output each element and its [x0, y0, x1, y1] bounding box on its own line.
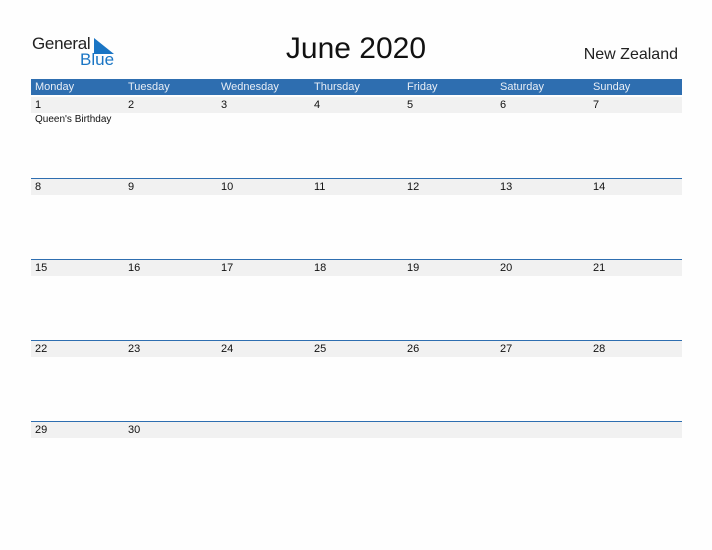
day-number: 14 [593, 181, 606, 193]
weekday-header: Monday Tuesday Wednesday Thursday Friday… [31, 79, 682, 95]
day-event [217, 438, 310, 439]
weekday-friday: Friday [407, 81, 438, 93]
date-strip: 8 9 10 11 12 13 14 [31, 179, 682, 195]
day-number: 8 [35, 181, 42, 193]
day-number: 2 [128, 99, 135, 111]
day-number: 3 [221, 99, 228, 111]
week-row: 22 23 24 25 26 27 28 [31, 340, 682, 421]
day-event [403, 357, 496, 358]
day-number: 28 [593, 343, 606, 355]
day-number: 22 [35, 343, 48, 355]
day-number [217, 422, 310, 438]
day-event [589, 438, 682, 439]
day-number: 23 [128, 343, 141, 355]
day-event [403, 276, 496, 277]
day-event [589, 195, 682, 196]
day-number: 16 [128, 262, 141, 274]
country-label: New Zealand [583, 46, 678, 63]
day-event [310, 276, 403, 277]
day-number: 17 [221, 262, 234, 274]
day-number: 10 [221, 181, 234, 193]
day-number: 24 [221, 343, 234, 355]
day-number: 20 [500, 262, 513, 274]
day-event [310, 195, 403, 196]
day-event [124, 438, 217, 439]
day-event [217, 357, 310, 358]
day-event [496, 195, 589, 196]
day-event [589, 357, 682, 358]
day-number: 21 [593, 262, 606, 274]
events-row [31, 438, 682, 439]
day-number: 6 [500, 99, 507, 111]
week-row: 1 2 3 4 5 6 7 Queen's Birthday [31, 97, 682, 178]
day-number: 27 [500, 343, 513, 355]
day-event [124, 113, 217, 125]
weekday-monday: Monday [35, 81, 75, 93]
day-event [124, 276, 217, 277]
day-number [496, 422, 589, 438]
day-event [496, 438, 589, 439]
day-event [124, 195, 217, 196]
day-number: 1 [35, 99, 42, 111]
week-row: 29 30 [31, 421, 682, 502]
weekday-thursday: Thursday [314, 81, 360, 93]
day-event [31, 276, 124, 277]
day-number: 15 [35, 262, 48, 274]
day-number: 29 [35, 424, 48, 436]
day-event [403, 195, 496, 196]
events-row [31, 357, 682, 358]
day-number: 19 [407, 262, 420, 274]
calendar-grid: Monday Tuesday Wednesday Thursday Friday… [31, 79, 682, 502]
day-event [31, 357, 124, 358]
day-event [589, 276, 682, 277]
week-row: 15 16 17 18 19 20 21 [31, 259, 682, 340]
day-number: 7 [593, 99, 600, 111]
day-event [310, 438, 403, 439]
weekday-saturday: Saturday [500, 81, 545, 93]
day-number: 30 [128, 424, 141, 436]
day-event [403, 438, 496, 439]
day-event [217, 276, 310, 277]
day-number [310, 422, 403, 438]
events-row [31, 276, 682, 277]
date-strip: 29 30 [31, 422, 682, 438]
day-number [589, 422, 682, 438]
date-strip: 15 16 17 18 19 20 21 [31, 260, 682, 276]
day-event [496, 357, 589, 358]
day-number: 25 [314, 343, 327, 355]
day-number: 5 [407, 99, 414, 111]
day-event: Queen's Birthday [35, 114, 112, 125]
day-event [496, 113, 589, 125]
day-number: 9 [128, 181, 135, 193]
week-row: 8 9 10 11 12 13 14 [31, 178, 682, 259]
events-row [31, 195, 682, 196]
day-number: 13 [500, 181, 513, 193]
day-event [124, 357, 217, 358]
day-number: 26 [407, 343, 420, 355]
day-number [403, 422, 496, 438]
weekday-sunday: Sunday [593, 81, 631, 93]
day-event [496, 276, 589, 277]
day-number: 4 [314, 99, 321, 111]
events-row: Queen's Birthday [31, 113, 682, 125]
day-event [310, 113, 403, 125]
day-event [310, 357, 403, 358]
date-strip: 22 23 24 25 26 27 28 [31, 341, 682, 357]
day-number: 12 [407, 181, 420, 193]
date-strip: 1 2 3 4 5 6 7 [31, 97, 682, 113]
weekday-wednesday: Wednesday [221, 81, 279, 93]
day-event [403, 113, 496, 125]
day-event [31, 438, 124, 439]
day-event [217, 195, 310, 196]
day-event [589, 113, 682, 125]
weekday-tuesday: Tuesday [128, 81, 170, 93]
day-number: 11 [314, 181, 326, 193]
day-event [31, 195, 124, 196]
day-number: 18 [314, 262, 327, 274]
day-event [217, 113, 310, 125]
